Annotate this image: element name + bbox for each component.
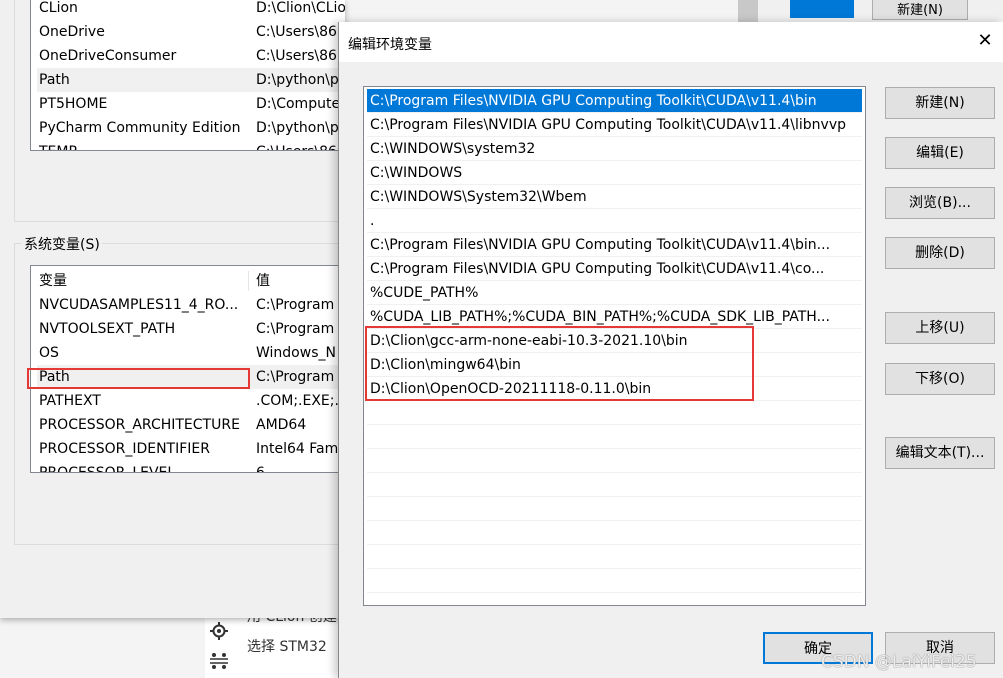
var-name: PT5HOME <box>39 96 108 112</box>
browse-button[interactable]: 浏览(B)... <box>885 187 995 219</box>
var-value: C:\Program <box>256 321 335 337</box>
var-name: CLion <box>39 0 78 16</box>
path-item[interactable]: %CUDE_PATH% <box>367 281 862 305</box>
empty-row[interactable] <box>367 401 862 425</box>
move-up-button[interactable]: 上移(U) <box>885 312 995 344</box>
var-value: D:\python\p <box>256 120 339 136</box>
var-name: Path <box>39 72 70 88</box>
var-row[interactable]: OneDrive C:\Users\86 <box>37 20 345 44</box>
var-name: NVCUDASAMPLES11_4_RO... <box>39 297 239 313</box>
var-value: C:\Users\86 <box>256 140 337 150</box>
selected-item[interactable] <box>790 0 854 18</box>
new-paths-highlight-box <box>365 326 754 401</box>
empty-row[interactable] <box>367 569 862 593</box>
var-value: Intel64 Fam <box>256 441 339 457</box>
var-row[interactable]: PROCESSOR_LEVEL 6 <box>37 461 345 473</box>
var-row[interactable]: PROCESSOR_IDENTIFIER Intel64 Fam <box>37 437 345 461</box>
locate-icon[interactable] <box>210 622 228 640</box>
watermark: CSDN @LaiYiFei25 <box>821 652 977 672</box>
empty-row[interactable] <box>367 425 862 449</box>
var-value: C:\Users\86 <box>256 48 337 64</box>
var-value: .COM;.EXE;. <box>256 393 339 409</box>
var-value: D:\python\p <box>256 72 339 88</box>
path-item[interactable]: . <box>367 209 862 233</box>
var-row[interactable]: NVCUDASAMPLES11_4_RO... C:\Program <box>37 293 345 317</box>
var-name: PyCharm Community Edition <box>39 120 241 136</box>
empty-row[interactable] <box>367 449 862 473</box>
var-value: C:\Users\86 <box>256 24 337 40</box>
column-header: 变量 值 <box>37 269 345 293</box>
var-name: OneDriveConsumer <box>39 48 177 64</box>
page-text-line: 选择 STM32 <box>247 639 327 655</box>
dialog-title: 编辑环境变量 <box>348 37 432 53</box>
empty-row[interactable] <box>367 497 862 521</box>
var-row[interactable]: TEMP C:\Users\86 <box>37 140 345 150</box>
var-name: NVTOOLSEXT_PATH <box>39 321 176 337</box>
close-icon[interactable]: ✕ <box>973 30 997 51</box>
var-row[interactable]: Path D:\python\p <box>37 68 345 92</box>
behind-new-button[interactable]: 新建(N) <box>872 0 968 20</box>
var-name: PATHEXT <box>39 393 101 409</box>
var-row[interactable]: OneDriveConsumer C:\Users\86 <box>37 44 345 68</box>
var-name: OS <box>39 345 59 361</box>
path-item[interactable]: C:\WINDOWS <box>367 161 862 185</box>
edit-env-var-dialog: 编辑环境变量 ✕ C:\Program Files\NVIDIA GPU Com… <box>338 22 1003 678</box>
path-item[interactable]: C:\WINDOWS\system32 <box>367 137 862 161</box>
path-highlight-box <box>27 368 250 389</box>
new-button[interactable]: 新建(N) <box>885 87 995 119</box>
empty-row[interactable] <box>367 545 862 569</box>
path-item[interactable]: C:\Program Files\NVIDIA GPU Computing To… <box>367 233 862 257</box>
behind-window: 新建(N) <box>738 0 1003 22</box>
var-name: OneDrive <box>39 24 105 40</box>
var-row[interactable]: CLion D:\Clion\CLion 2021.3\bin; <box>37 0 345 20</box>
var-value: C:\Program <box>256 297 335 313</box>
var-row[interactable]: PT5HOME D:\Compute <box>37 92 345 116</box>
var-row[interactable]: PROCESSOR_ARCHITECTURE AMD64 <box>37 413 345 437</box>
path-item[interactable]: C:\Program Files\NVIDIA GPU Computing To… <box>367 257 862 281</box>
empty-row[interactable] <box>367 473 862 497</box>
expand-icon[interactable] <box>210 652 228 670</box>
header-variable[interactable]: 变量 <box>39 269 67 293</box>
var-value: 6 <box>256 465 265 473</box>
var-name: PROCESSOR_ARCHITECTURE <box>39 417 240 433</box>
var-name: PROCESSOR_IDENTIFIER <box>39 441 210 457</box>
var-row[interactable]: PyCharm Community Edition D:\python\p <box>37 116 345 140</box>
var-value: Windows_N <box>256 345 336 361</box>
var-row[interactable]: NVTOOLSEXT_PATH C:\Program <box>37 317 345 341</box>
user-vars-list[interactable]: CLionD:\Clion\CLion 2021.3\bin;OneDriveC… <box>30 0 345 151</box>
var-row[interactable]: OS Windows_N <box>37 341 345 365</box>
environment-variables-window: CLionD:\Clion\CLion 2021.3\bin;OneDriveC… <box>0 0 345 618</box>
title-bar: 编辑环境变量 ✕ <box>339 22 1003 62</box>
move-down-button[interactable]: 下移(O) <box>885 363 995 395</box>
path-item[interactable]: C:\WINDOWS\System32\Wbem <box>367 185 862 209</box>
var-name: TEMP <box>39 140 77 150</box>
edit-button[interactable]: 编辑(E) <box>885 137 995 169</box>
var-value: D:\Clion\CLion 2021.3\bin; <box>256 0 345 16</box>
edit-text-button[interactable]: 编辑文本(T)... <box>885 437 995 469</box>
path-item[interactable]: C:\Program Files\NVIDIA GPU Computing To… <box>367 113 862 137</box>
empty-row[interactable] <box>367 521 862 545</box>
var-value: AMD64 <box>256 417 307 433</box>
delete-button[interactable]: 删除(D) <box>885 237 995 269</box>
var-row[interactable]: PATHEXT .COM;.EXE;. <box>37 389 345 413</box>
system-vars-label: 系统变量(S) <box>22 234 102 254</box>
path-item[interactable]: C:\Program Files\NVIDIA GPU Computing To… <box>367 89 862 113</box>
var-value: C:\Program <box>256 369 335 385</box>
header-value[interactable]: 值 <box>256 269 270 293</box>
var-name: PROCESSOR_LEVEL <box>39 465 176 473</box>
var-value: D:\Compute <box>256 96 341 112</box>
